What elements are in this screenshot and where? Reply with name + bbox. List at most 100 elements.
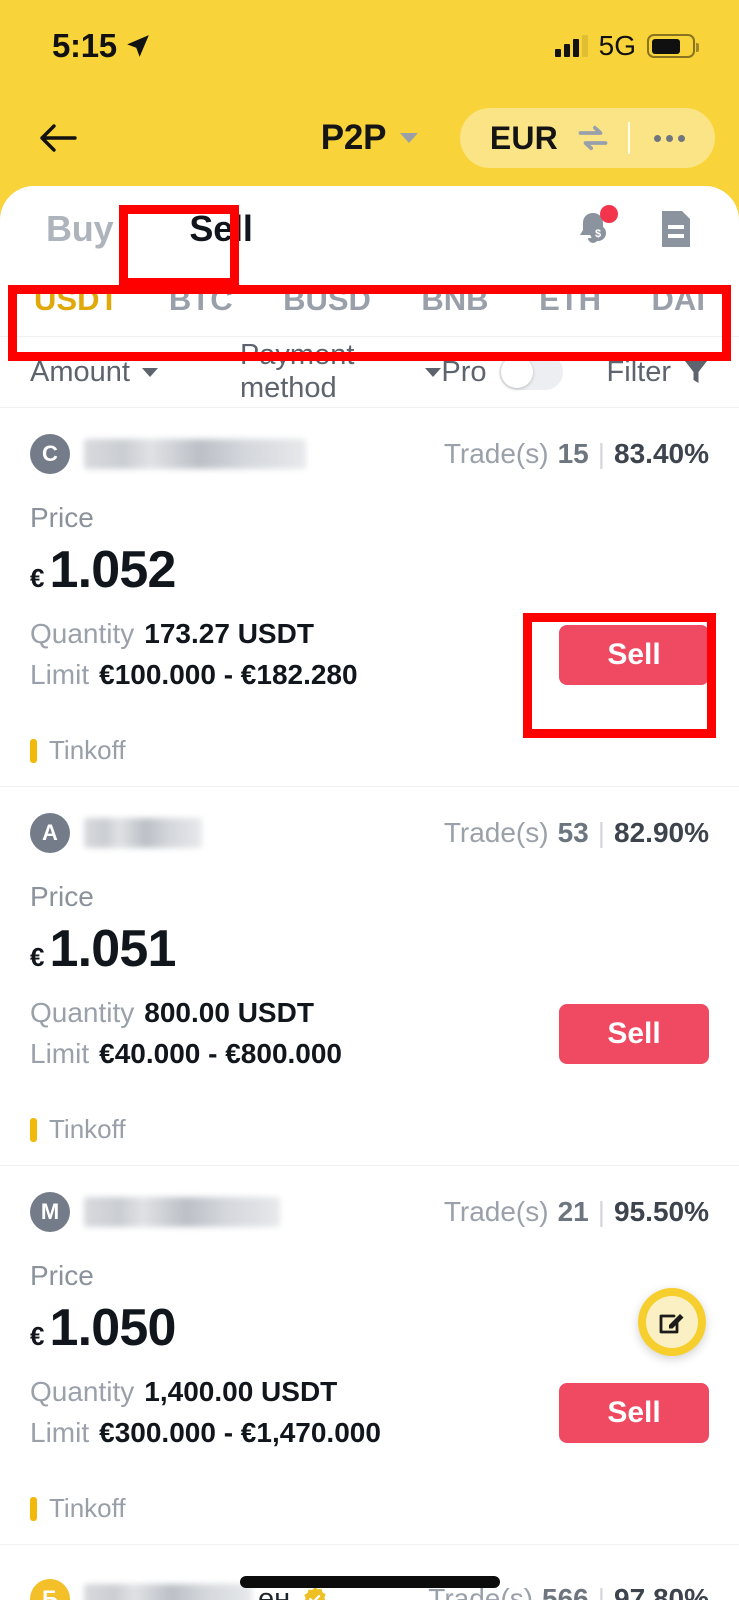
back-arrow-icon — [40, 124, 77, 152]
quantity-value: 1,400.00 USDT — [144, 1376, 338, 1407]
trades-prefix: Trade(s) — [443, 1196, 549, 1227]
post-ad-fab[interactable] — [638, 1288, 706, 1356]
quantity-label: Quantity — [30, 997, 135, 1028]
limit-value: €100.000 - €182.280 — [99, 659, 358, 690]
chevron-down-icon[interactable] — [400, 133, 419, 143]
price-value-group: € 1.051 — [30, 919, 559, 979]
currency-symbol: € — [30, 942, 45, 972]
status-bar-left: 5:15 — [52, 27, 151, 65]
battery-icon — [647, 34, 699, 58]
coin-tab-usdt[interactable]: USDT — [34, 282, 118, 318]
stats-separator: | — [597, 438, 606, 469]
notification-bell-button[interactable]: $ — [571, 205, 618, 251]
offer-card[interactable]: M Trade(s) 21 | 95.50% Price € 1.050 Qua… — [0, 1166, 739, 1545]
price-value-group: € 1.052 — [30, 540, 559, 600]
completion-rate: 97.80% — [614, 1583, 709, 1600]
verified-badge-icon — [304, 1587, 326, 1600]
swap-arrows-icon — [578, 125, 608, 151]
offer-header: M Trade(s) 21 | 95.50% — [30, 1192, 709, 1232]
fab-inner — [646, 1296, 698, 1348]
stats-separator: | — [597, 817, 606, 848]
price-value: 1.051 — [49, 920, 176, 978]
offer-details: € 1.052 Quantity 173.27 USDT Limit €100.00… — [30, 534, 559, 691]
limit-value: €300.000 - €1,470.000 — [99, 1417, 381, 1448]
price-value: 1.050 — [49, 1299, 176, 1357]
completion-rate: 95.50% — [614, 1196, 709, 1227]
status-time: 5:15 — [52, 27, 117, 64]
filter-button[interactable]: Filter — [607, 356, 709, 389]
quantity-value: 173.27 USDT — [144, 618, 314, 649]
offer-card[interactable]: A Trade(s) 53 | 82.90% Price € 1.051 Qua… — [0, 787, 739, 1166]
coin-tab-bnb[interactable]: BNB — [421, 282, 488, 318]
coin-tab-dai[interactable]: DAI — [652, 282, 705, 318]
svg-text:$: $ — [595, 228, 601, 240]
amount-filter[interactable]: Amount — [30, 356, 158, 389]
payment-method-bar — [30, 1496, 37, 1521]
offer-body: € 1.050 Quantity 1,400.00 USDT Limit €300.… — [30, 1292, 709, 1449]
limit-label: Limit — [30, 1417, 90, 1448]
payment-method-name: Tinkoff — [49, 735, 126, 765]
price-label: Price — [30, 502, 94, 533]
limit-value: €40.000 - €800.000 — [99, 1038, 343, 1069]
quantity-row: Quantity 1,400.00 USDT — [30, 1376, 559, 1408]
currency-selector[interactable]: EUR — [459, 108, 715, 168]
trades-count: 566 — [542, 1583, 589, 1600]
offer-card[interactable]: Б ен Trade(s) 566 | 97.80% — [0, 1545, 739, 1600]
sell-button[interactable]: Sell — [559, 625, 709, 685]
sell-button[interactable]: Sell — [559, 1383, 709, 1443]
limit-row: Limit €300.000 - €1,470.000 — [30, 1417, 559, 1449]
limit-label: Limit — [30, 1038, 90, 1069]
tab-buy[interactable]: Buy — [30, 208, 129, 250]
payment-method-bar — [30, 1117, 37, 1142]
offer-body: € 1.052 Quantity 173.27 USDT Limit €100.00… — [30, 534, 709, 691]
pro-toggle-group: Pro — [441, 354, 563, 390]
price-label: Price — [30, 1260, 94, 1291]
trades-prefix: Trade(s) — [443, 438, 549, 469]
trades-count: 15 — [557, 438, 589, 469]
limit-row: Limit €40.000 - €800.000 — [30, 1038, 559, 1070]
payment-method-name: Tinkoff — [49, 1493, 126, 1523]
merchant-name-redacted — [84, 818, 202, 848]
coin-tab-btc[interactable]: BTC — [169, 282, 233, 318]
offer-body: € 1.051 Quantity 800.00 USDT Limit €40.000… — [30, 913, 709, 1070]
quantity-label: Quantity — [30, 1376, 135, 1407]
merchant-stats: Trade(s) 21 | 95.50% — [444, 1196, 709, 1228]
quantity-row: Quantity 800.00 USDT — [30, 997, 559, 1029]
quantity-row: Quantity 173.27 USDT — [30, 618, 559, 650]
location-arrow-icon — [127, 35, 149, 57]
orders-button[interactable] — [657, 207, 701, 251]
buy-sell-tabs: Buy Sell $ — [0, 186, 739, 272]
offer-details: € 1.050 Quantity 1,400.00 USDT Limit €300.… — [30, 1292, 559, 1449]
trades-prefix: Trade(s) — [443, 817, 549, 848]
more-dots-icon[interactable] — [650, 134, 689, 142]
currency-symbol: € — [30, 563, 45, 593]
pill-divider — [628, 122, 630, 154]
home-indicator — [239, 1576, 500, 1588]
header-icon-group: $ — [571, 205, 709, 251]
amount-filter-label: Amount — [30, 355, 130, 388]
coin-tab-busd[interactable]: BUSD — [283, 282, 371, 318]
payment-method-row: Tinkoff — [30, 1114, 709, 1165]
currency-code: EUR — [489, 119, 558, 156]
orders-document-icon — [662, 211, 690, 247]
payment-method-filter-label: Payment method — [239, 339, 355, 404]
payment-method-filter[interactable]: Payment method — [239, 339, 442, 405]
phone-screen: 5:15 5G P2P EUR Buy Sell $ USDT BTC BUSD… — [0, 0, 739, 1600]
back-button[interactable] — [30, 110, 86, 166]
offer-header: C Trade(s) 15 | 83.40% — [30, 434, 709, 474]
filter-bar: Amount Payment method Pro Filter — [0, 336, 739, 408]
offer-card[interactable]: C Trade(s) 15 | 83.40% Price € 1.052 Qua… — [0, 408, 739, 787]
avatar: C — [30, 434, 70, 474]
tab-sell[interactable]: Sell — [173, 208, 268, 250]
stats-separator: | — [597, 1196, 606, 1227]
avatar: Б — [30, 1579, 70, 1600]
status-bar: 5:15 5G — [0, 0, 739, 92]
trades-count: 21 — [557, 1196, 589, 1227]
coin-tab-eth[interactable]: ETH — [539, 282, 601, 318]
pro-toggle[interactable] — [498, 354, 563, 390]
currency-symbol: € — [30, 1321, 45, 1351]
limit-row: Limit €100.000 - €182.280 — [30, 659, 559, 691]
coin-tabs: USDT BTC BUSD BNB ETH DAI — [0, 272, 739, 336]
sell-button[interactable]: Sell — [559, 1004, 709, 1064]
limit-label: Limit — [30, 659, 90, 690]
